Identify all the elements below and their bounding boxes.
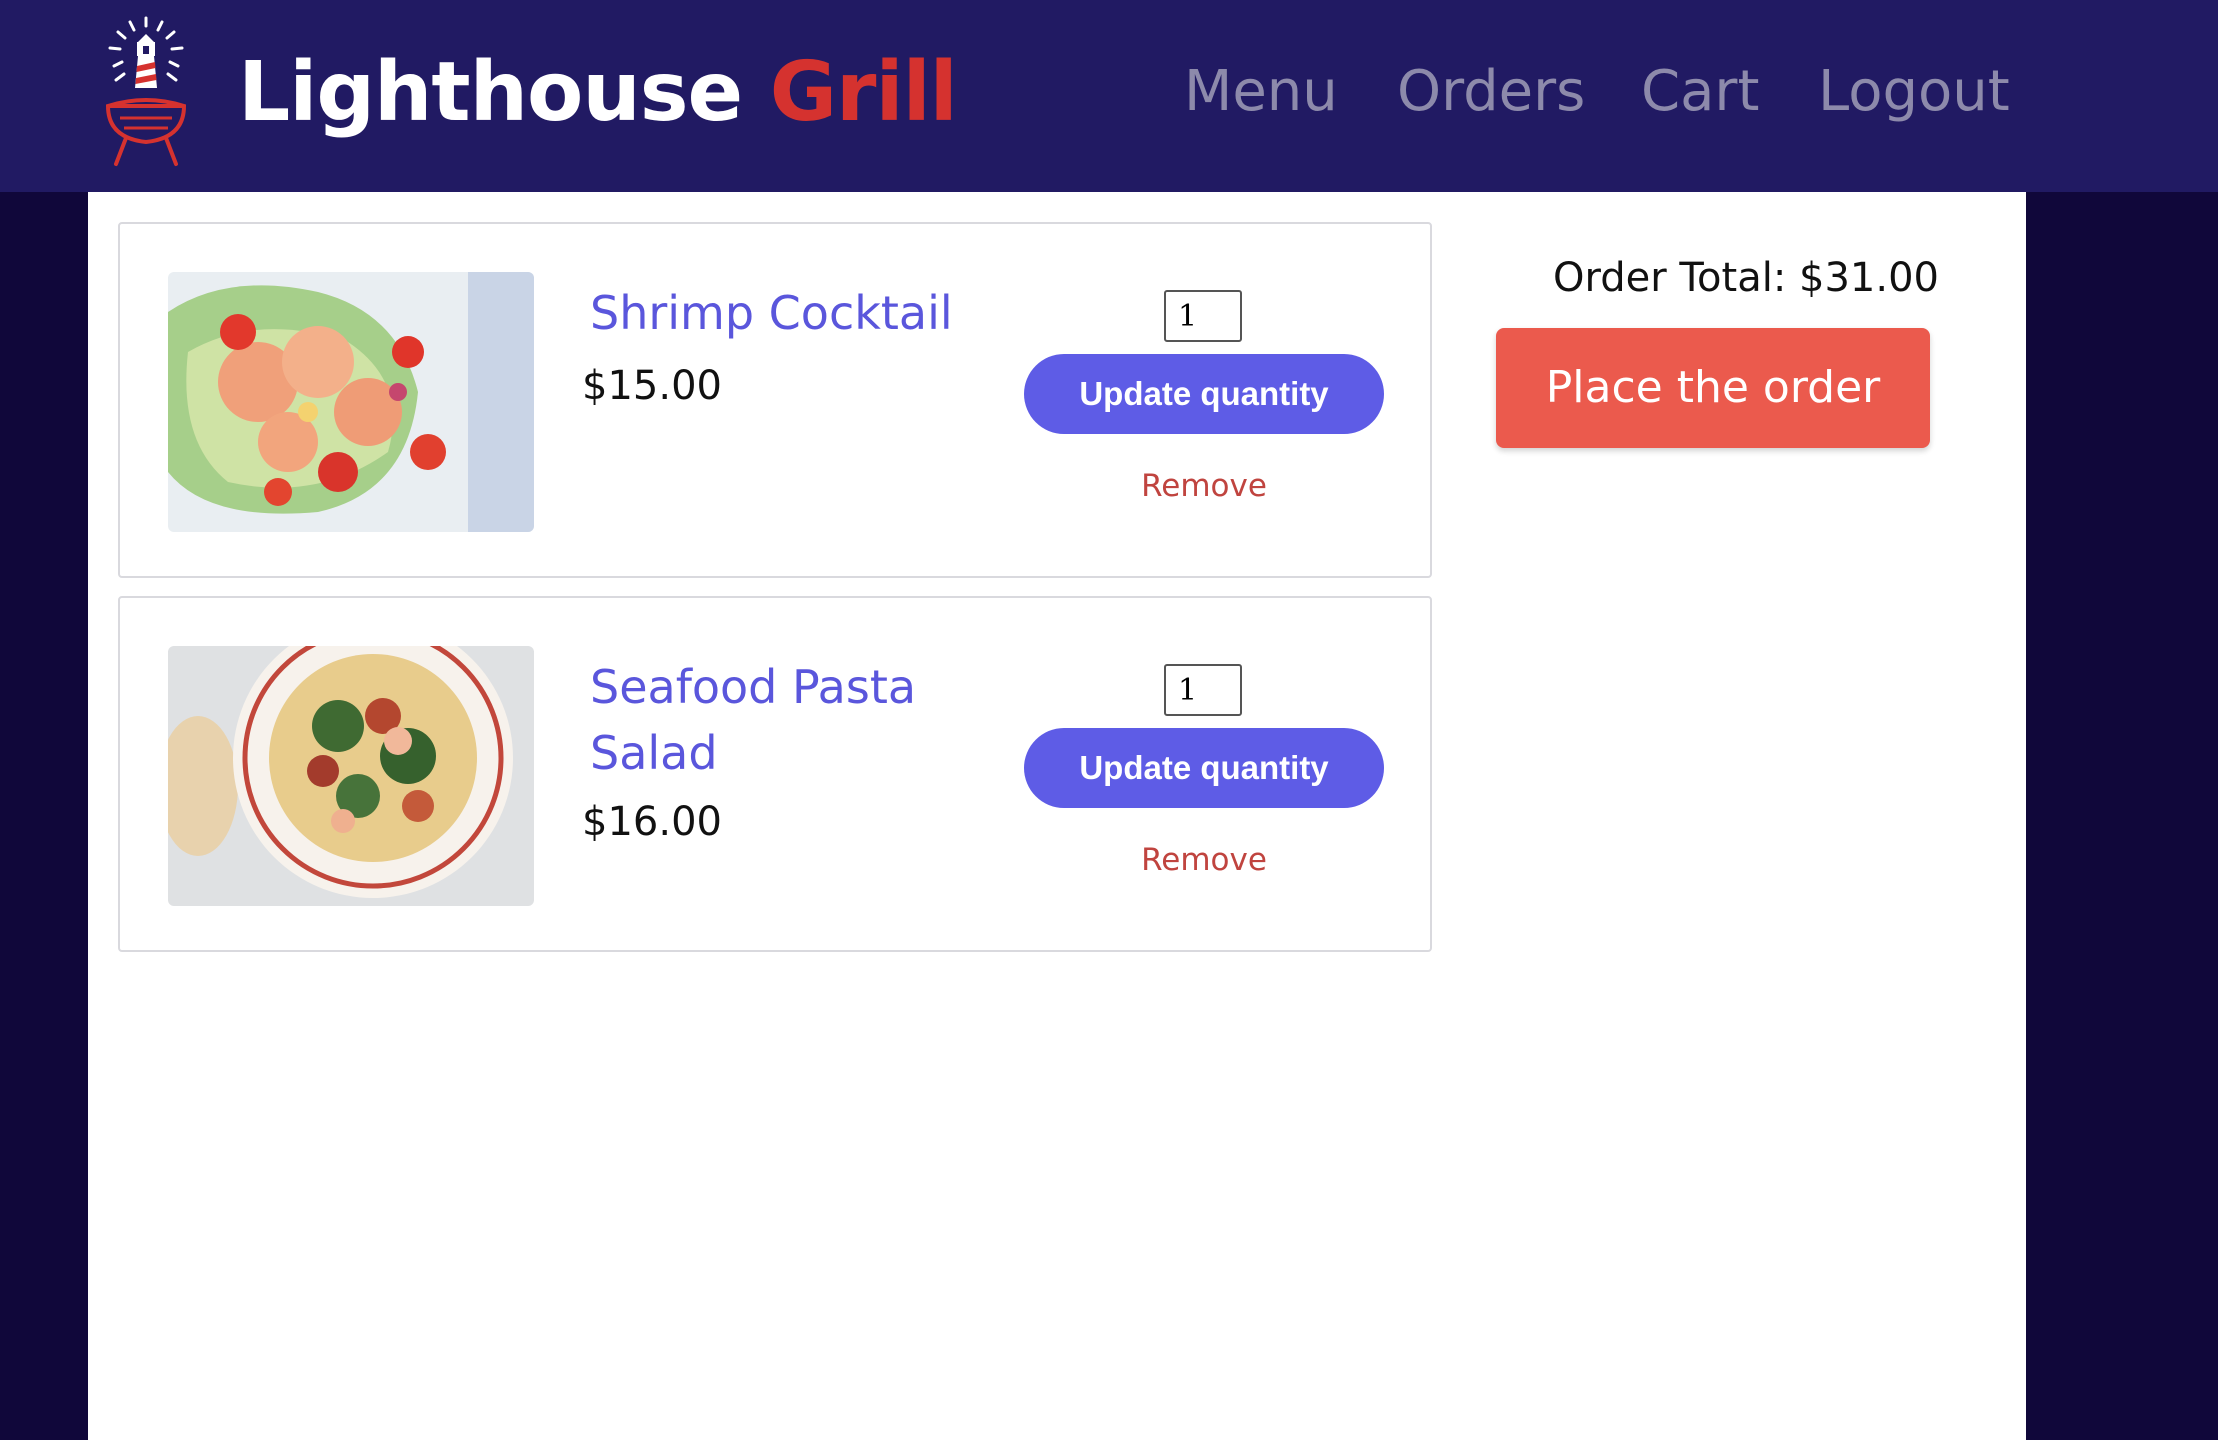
nav-cart[interactable]: Cart: [1641, 52, 1759, 132]
cart-item: Shrimp Cocktail $15.00 Update quantity R…: [118, 222, 1432, 578]
main-content: Shrimp Cocktail $15.00 Update quantity R…: [88, 192, 2026, 1440]
site-header: Lighthouse Grill Menu Orders Cart Logout: [0, 0, 2218, 192]
seafood-pasta-salad-photo: [168, 646, 534, 906]
quantity-input[interactable]: [1164, 664, 1242, 716]
remove-link[interactable]: Remove: [1024, 838, 1384, 882]
nav-menu[interactable]: Menu: [1184, 52, 1338, 132]
nav-logout[interactable]: Logout: [1818, 52, 2010, 132]
brand-name-part2: Grill: [769, 45, 958, 140]
cart-item: Seafood Pasta Salad $16.00 Update quanti…: [118, 596, 1432, 952]
brand-name-part1: Lighthouse: [238, 45, 743, 140]
quantity-input[interactable]: [1164, 290, 1242, 342]
order-total: Order Total: $31.00: [1553, 255, 1939, 301]
nav-orders[interactable]: Orders: [1397, 52, 1585, 132]
update-quantity-button[interactable]: Update quantity: [1024, 728, 1384, 808]
item-price: $15.00: [582, 363, 722, 409]
place-order-button[interactable]: Place the order: [1496, 328, 1930, 448]
item-price: $16.00: [582, 799, 722, 845]
item-name-link[interactable]: Seafood Pasta Salad: [590, 654, 990, 786]
shrimp-cocktail-photo: [168, 272, 534, 532]
update-quantity-button[interactable]: Update quantity: [1024, 354, 1384, 434]
brand-name[interactable]: Lighthouse Grill: [238, 38, 958, 148]
lighthouse-grill-logo-icon[interactable]: [100, 14, 192, 170]
remove-link[interactable]: Remove: [1024, 464, 1384, 508]
item-name-link[interactable]: Shrimp Cocktail: [590, 280, 990, 346]
